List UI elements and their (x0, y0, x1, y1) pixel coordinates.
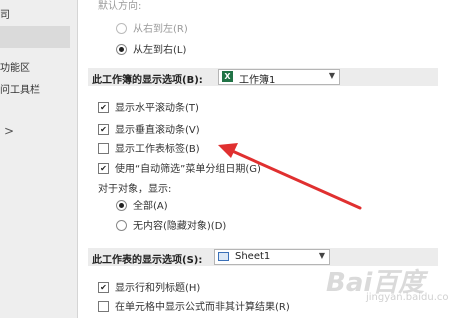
checkbox-label: 在单元格中显示公式而非其计算结果(R) (115, 302, 290, 313)
radio-label: 无内容(隐藏对象)(D) (133, 221, 227, 232)
show-formulas-checkbox[interactable]: 在单元格中显示公式而非其计算结果(R) (98, 298, 290, 313)
checkbox-checked-icon: ✔ (98, 123, 109, 135)
show-horizontal-scrollbar-checkbox[interactable]: ✔ 显示水平滚动条(T) (98, 99, 199, 114)
direction-right-to-left-radio[interactable]: 从右到左(R) (116, 20, 188, 35)
radio-icon (116, 219, 127, 231)
sheet-icon (218, 252, 229, 261)
show-sheet-tabs-checkbox[interactable]: 显示工作表标签(B) (98, 140, 200, 155)
show-vertical-scrollbar-checkbox[interactable]: ✔ 显示垂直滚动条(V) (98, 121, 200, 136)
workbook-select[interactable]: X 工作簿1 ▼ (218, 69, 340, 86)
radio-label: 从左到右(L) (133, 45, 187, 56)
sidebar-item-ribbon[interactable]: 功能区 (0, 59, 30, 74)
excel-icon: X (222, 71, 233, 82)
workbook-display-options-header: 此工作簿的显示选项(B): X 工作簿1 ▼ (88, 68, 438, 86)
default-direction-heading: 默认方向: (98, 1, 142, 12)
options-sidebar: 司 功能区 问工具栏 > (0, 0, 78, 318)
objects-display-label: 对于对象，显示: (98, 184, 172, 195)
checkbox-unchecked-icon (98, 142, 109, 154)
radio-selected-icon (116, 43, 127, 55)
sidebar-item-general[interactable]: 司 (0, 6, 10, 21)
checkbox-unchecked-icon (98, 300, 109, 312)
radio-icon (116, 22, 127, 34)
workbook-section-title: 此工作簿的显示选项(B): (92, 75, 203, 86)
worksheet-select-value: Sheet1 (235, 251, 271, 262)
checkbox-checked-icon: ✔ (98, 162, 109, 174)
sidebar-item-quick-access-toolbar[interactable]: 问工具栏 (0, 81, 40, 96)
checkbox-checked-icon: ✔ (98, 101, 109, 113)
objects-none-radio[interactable]: 无内容(隐藏对象)(D) (116, 217, 226, 232)
radio-selected-icon (116, 199, 127, 211)
radio-label: 从右到左(R) (133, 24, 188, 35)
chevron-down-icon: ▼ (318, 251, 325, 260)
checkbox-label: 使用“自动筛选”菜单分组日期(G) (115, 164, 261, 175)
radio-label: 全部(A) (133, 201, 168, 212)
checkbox-label: 显示水平滚动条(T) (115, 103, 199, 114)
checkbox-label: 显示垂直滚动条(V) (115, 125, 200, 136)
group-dates-autofilter-checkbox[interactable]: ✔ 使用“自动筛选”菜单分组日期(G) (98, 160, 261, 175)
worksheet-select[interactable]: Sheet1 ▼ (214, 249, 330, 265)
workbook-select-value: 工作簿1 (239, 75, 276, 86)
checkbox-checked-icon: ✔ (98, 281, 109, 293)
checkbox-label: 显示行和列标题(H) (115, 283, 201, 294)
sidebar-item-selected-highlight[interactable] (0, 26, 70, 48)
show-row-column-headers-checkbox[interactable]: ✔ 显示行和列标题(H) (98, 279, 200, 294)
direction-left-to-right-radio[interactable]: 从左到右(L) (116, 41, 186, 56)
baidu-watermark-url: jingyan.baidu.com (366, 292, 449, 303)
checkbox-label: 显示工作表标签(B) (115, 144, 200, 155)
chevron-down-icon: ▼ (328, 71, 335, 80)
objects-all-radio[interactable]: 全部(A) (116, 197, 168, 212)
sidebar-expand-icon[interactable]: > (4, 124, 14, 138)
worksheet-section-title: 此工作表的显示选项(S): (92, 255, 203, 266)
